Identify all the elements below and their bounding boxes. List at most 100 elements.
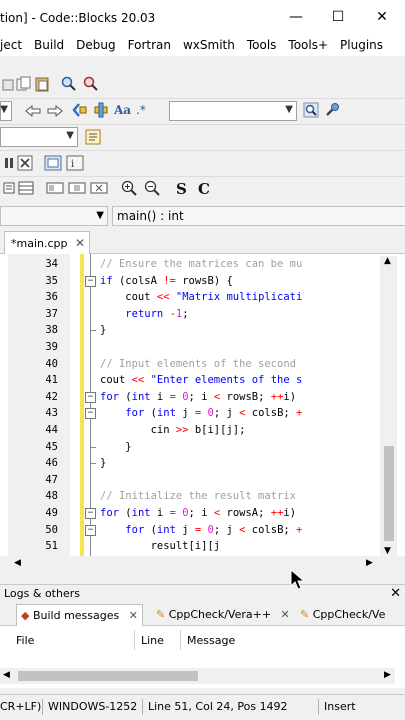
panel-center-icon[interactable] [68,179,86,197]
code-line[interactable]: 45 } [0,439,405,456]
scope-function-combo[interactable]: main() : int [112,206,405,226]
code-line[interactable]: 36 cout << "Matrix multiplicati [0,289,405,306]
panel-close-icon[interactable] [90,179,108,197]
minimize-button[interactable]: — [278,5,314,29]
code-line[interactable]: 40 // Input elements of the second [0,356,405,373]
zoom-out-icon[interactable] [143,179,161,197]
scroll-right-icon[interactable]: ▶ [384,670,391,680]
toggle-bookmark-icon[interactable] [92,101,110,119]
code-text: } [100,324,107,337]
scroll-up-icon[interactable]: ▲ [384,256,391,266]
cppcheck-icon: ✎ [300,608,310,621]
editor-horizontal-scrollbar[interactable]: ◀ ▶ [0,556,380,572]
scroll-down-icon[interactable]: ▼ [384,546,391,556]
code-line[interactable]: 49 for (int i = 0; i < rowsA; ++i) [0,505,405,522]
column-line[interactable]: Line [141,634,164,647]
paste-icon[interactable] [33,75,51,93]
stop-debug-icon[interactable] [16,154,34,172]
menu-debug[interactable]: Debug [70,38,121,52]
line-number: 41 [45,374,58,387]
menu-tools[interactable]: Tools [241,38,283,52]
status-separator [42,699,43,715]
code-text: cin >> b[i][j]; [100,424,246,436]
code-line[interactable]: 43 for (int j = 0; j < colsB; + [0,405,405,422]
target-combo[interactable]: ▼ [0,127,78,147]
fold-toggle-icon[interactable]: − [85,408,96,420]
regex-icon[interactable]: .* [136,101,154,119]
logs-panel-title: Logs & others [4,587,80,600]
symbol-c-icon[interactable]: C [196,179,214,197]
cppcheck-icon: ✎ [156,608,166,621]
close-icon[interactable]: ✕ [390,586,401,601]
code-line[interactable]: 44 cin >> b[i][j]; [0,422,405,439]
code-line[interactable]: 35 if (colsA != rowsB) { [0,273,405,290]
tab-label: CppCheck/Vera++ [168,608,272,621]
replace-icon[interactable] [82,75,100,93]
menu-project[interactable]: ject [0,38,28,52]
code-text: // Input elements of the second [100,357,296,370]
copy-icon[interactable] [15,75,33,93]
prev-bookmark-icon[interactable] [70,101,88,119]
find-icon[interactable] [60,75,78,93]
jump-forward-icon[interactable] [46,102,64,120]
compiler-combo[interactable]: ▼ [0,101,12,121]
maximize-button[interactable]: ☐ [320,5,356,29]
menu-wxsmith[interactable]: wxSmith [177,38,241,52]
search-go-icon[interactable] [302,101,320,119]
menu-build[interactable]: Build [28,38,70,52]
logs-panel-header: Logs & others ✕ [0,584,405,602]
fold-toggle-icon[interactable]: − [85,275,96,287]
debug-window-icon[interactable] [44,154,62,172]
scope-class-combo[interactable]: ▼ [0,206,108,226]
toolbar-separator [0,98,405,99]
zoom-in-icon[interactable] [120,179,138,197]
list-view-icon[interactable] [0,179,18,197]
jump-back-icon[interactable] [24,102,42,120]
fold-toggle-icon[interactable]: − [85,391,96,403]
close-icon[interactable]: ✕ [75,236,85,250]
line-number: 34 [45,258,58,270]
code-editor[interactable]: 34 // Ensure the matrices can be mu 35 if (… [0,254,405,556]
tab-main-cpp[interactable]: *main.cpp ✕ [4,231,90,254]
status-separator [318,699,319,715]
code-line[interactable]: 51 result[i][j [0,538,405,555]
editor-tab-bar: *main.cpp ✕ [0,230,405,254]
code-line[interactable]: 47 [0,472,405,489]
menu-fortran[interactable]: Fortran [122,38,177,52]
text-search-icon[interactable]: Aa [114,101,132,119]
scope-bar: ▼ main() : int [0,202,405,228]
search-combo[interactable]: ▼ [169,101,297,121]
tab-cppcheck-ve[interactable]: ✎ CppCheck/Ve [296,604,389,626]
search-options-icon[interactable] [323,101,341,119]
menu-tools-plus[interactable]: Tools+ [282,38,334,52]
menu-plugins[interactable]: Plugins [334,38,389,52]
code-line[interactable]: 41 cout << "Enter elements of the s [0,372,405,389]
fold-toggle-icon[interactable]: − [85,524,96,536]
build-options-icon[interactable] [84,128,102,146]
scroll-left-icon[interactable]: ◀ [14,558,21,568]
code-line[interactable]: 38} [0,322,405,339]
code-line[interactable]: 50 for (int j = 0; j < colsB; + [0,522,405,539]
editor-vertical-thumb[interactable] [384,446,394,541]
code-line[interactable]: 34 // Ensure the matrices can be mu [0,256,405,273]
scroll-right-icon[interactable]: ▶ [366,558,373,568]
column-message[interactable]: Message [187,634,235,647]
fold-toggle-icon[interactable]: − [85,508,96,519]
code-line[interactable]: 37 return -1; [0,306,405,323]
symbol-s-icon[interactable]: S [173,179,191,197]
tab-cppcheck-vera[interactable]: ✎ CppCheck/Vera++ ✕ [152,604,294,626]
close-icon[interactable]: ✕ [281,608,290,621]
code-line[interactable]: 39 [0,339,405,356]
close-button[interactable]: ✕ [364,5,400,29]
code-line[interactable]: 46} [0,455,405,472]
code-line[interactable]: 48 // Initialize the result matrix [0,488,405,505]
grid-view-icon[interactable] [17,179,35,197]
logs-horizontal-thumb[interactable] [18,671,198,681]
tab-build-messages[interactable]: ◆ Build messages ✕ [16,604,143,626]
debug-info-icon[interactable]: i [66,154,84,172]
code-line[interactable]: 42 for (int i = 0; i < rowsB; ++i) [0,389,405,406]
column-file[interactable]: File [16,634,34,647]
scroll-left-icon[interactable]: ◀ [3,670,10,680]
close-icon[interactable]: ✕ [129,609,138,622]
panel-left-icon[interactable] [46,179,64,197]
